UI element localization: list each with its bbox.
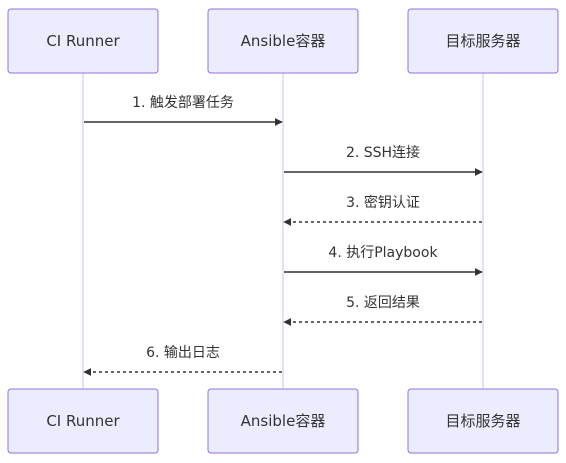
actor-ci-top: CI Runner: [7, 8, 159, 74]
actors-top: CI Runner Ansible容器 目标服务器: [7, 8, 559, 74]
actor-label: Ansible容器: [241, 32, 326, 50]
message-label: 3. 密钥认证: [346, 194, 420, 211]
actor-ansible-bottom: Ansible容器: [207, 388, 359, 454]
message-5: 5. 返回结果: [283, 295, 482, 326]
actor-label: 目标服务器: [445, 412, 520, 430]
message-6: 6. 输出日志: [83, 345, 282, 376]
message-label: 2. SSH连接: [346, 144, 420, 161]
actor-ci-bottom: CI Runner: [7, 388, 159, 454]
actor-label: CI Runner: [46, 412, 120, 430]
sequence-diagram: CI Runner Ansible容器 目标服务器 CI Runner Ansi…: [7, 8, 559, 454]
message-2: 2. SSH连接: [284, 144, 483, 176]
actor-label: 目标服务器: [445, 32, 520, 50]
actor-ansible-top: Ansible容器: [207, 8, 359, 74]
message-label: 1. 触发部署任务: [132, 95, 234, 111]
message-4: 4. 执行Playbook: [284, 245, 483, 276]
actor-target-bottom: 目标服务器: [407, 388, 559, 454]
actor-label: CI Runner: [46, 32, 120, 50]
actors-bottom: CI Runner Ansible容器 目标服务器: [7, 388, 559, 454]
message-label: 4. 执行Playbook: [328, 245, 438, 261]
message-label: 5. 返回结果: [346, 295, 420, 311]
actor-target-top: 目标服务器: [407, 8, 559, 74]
lifelines: [82, 73, 484, 388]
message-label: 6. 输出日志: [146, 345, 220, 361]
message-3: 3. 密钥认证: [283, 194, 482, 226]
message-1: 1. 触发部署任务: [84, 95, 283, 126]
actor-label: Ansible容器: [241, 412, 326, 430]
